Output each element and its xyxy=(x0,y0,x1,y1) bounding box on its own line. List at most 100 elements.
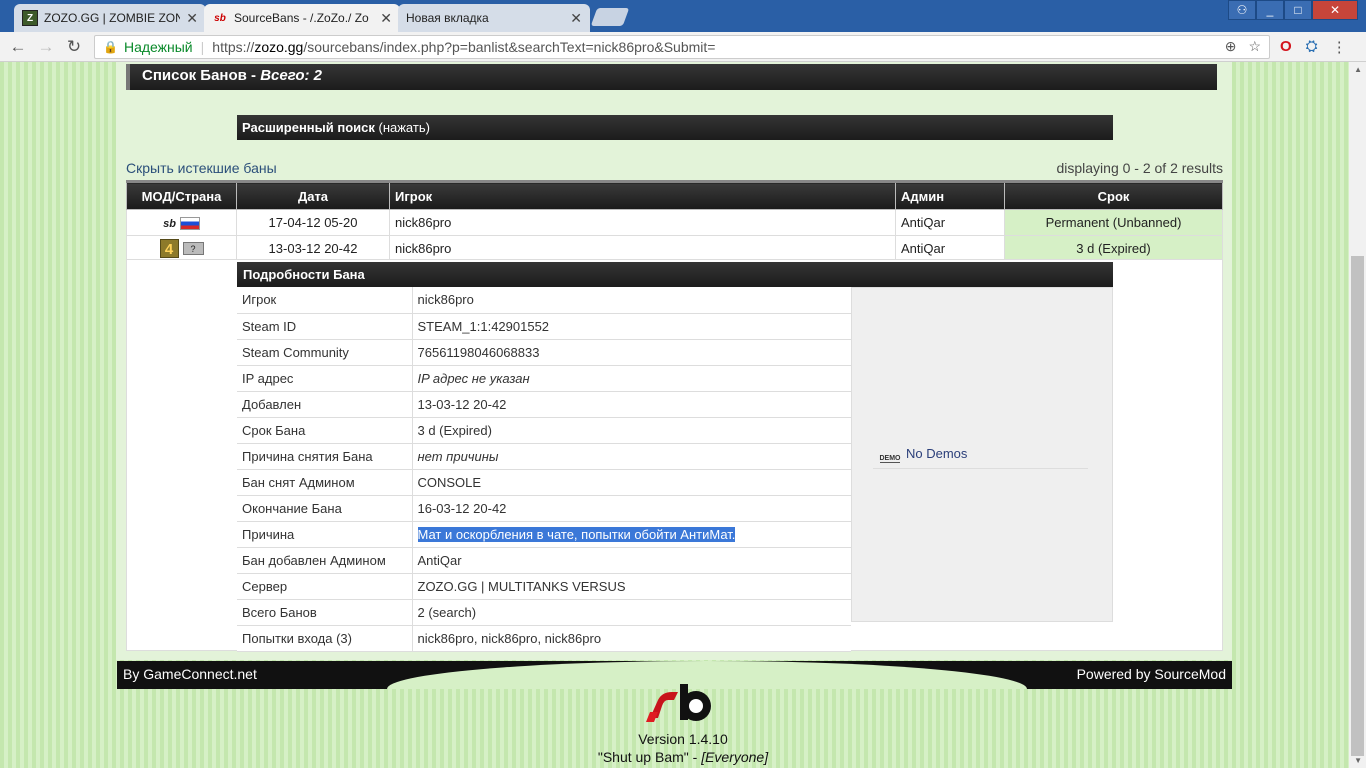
url-path: /sourcebans/index.php?p=banlist&searchTe… xyxy=(303,38,716,55)
back-arrow-icon[interactable]: ← xyxy=(4,37,32,57)
column-term: Срок xyxy=(1004,180,1223,210)
detail-value: ZOZO.GG | MULTITANKS VERSUS xyxy=(412,573,851,600)
secure-label: Надежный xyxy=(123,38,193,55)
column-date: Дата xyxy=(236,180,390,210)
hide-expired-bans-link[interactable]: Скрыть истекшие баны xyxy=(126,160,277,176)
tab-title: ZOZO.GG | ZOMBIE ZON xyxy=(44,11,180,25)
date-cell: 13-03-12 20-42 xyxy=(236,235,390,262)
zoom-icon[interactable]: ⊕ xyxy=(1225,38,1237,55)
mod-country-cell: 4 ? xyxy=(126,235,237,262)
detail-value: CONSOLE xyxy=(412,469,851,496)
steam-id-link[interactable]: STEAM_1:1:42901552 xyxy=(412,313,851,340)
table-row[interactable]: 4 ? 13-03-12 20-42 nick86pro AntiQar 3 d… xyxy=(126,235,1223,262)
tab-title: SourceBans - /.ZoZo./ Zo xyxy=(234,11,369,25)
minimize-button[interactable]: _ xyxy=(1256,0,1284,20)
quote-text: "Shut up Bam" - xyxy=(597,749,702,765)
detail-row-added: Добавлен 13-03-12 20-42 xyxy=(237,391,851,418)
gameconnect-credit-link[interactable]: By GameConnect.net xyxy=(123,666,257,682)
no-demos-link[interactable]: DEMO No Demos xyxy=(880,443,967,463)
detail-row-steam-id: Steam ID STEAM_1:1:42901552 xyxy=(237,313,851,340)
total-bans-search-link[interactable]: 2 (search) xyxy=(412,599,851,626)
sourcemod-credit-link[interactable]: Powered by SourceMod xyxy=(1077,666,1226,682)
detail-value: AntiQar xyxy=(412,547,851,574)
tab-close-icon[interactable]: ✕ xyxy=(186,10,198,27)
admin-cell: AntiQar xyxy=(895,209,1005,236)
player-cell: nick86pro xyxy=(389,235,896,262)
detail-label: Игрок xyxy=(237,287,413,314)
tab-close-icon[interactable]: ✕ xyxy=(380,10,392,27)
address-bar[interactable]: 🔒 Надежный | https://zozo.gg/sourcebans/… xyxy=(94,34,1270,59)
ban-list-header: Список Банов - Всего: 2 xyxy=(126,64,1217,90)
results-count: displaying 0 - 2 of 2 results xyxy=(1056,160,1223,176)
detail-label: Сервер xyxy=(237,573,413,600)
lock-icon: 🔒 xyxy=(103,39,118,54)
tab-zozo[interactable]: Z ZOZO.GG | ZOMBIE ZON ✕ xyxy=(14,4,206,32)
detail-row-player: Игрок nick86pro xyxy=(237,287,851,314)
tab-close-icon[interactable]: ✕ xyxy=(570,10,582,27)
player-cell: nick86pro xyxy=(389,209,896,236)
detail-row-total-bans: Всего Банов 2 (search) xyxy=(237,599,851,626)
detail-value: nick86pro, nick86pro, nick86pro xyxy=(412,625,851,652)
zozo-favicon-icon: Z xyxy=(22,10,38,26)
left4dead-mod-icon: 4 xyxy=(159,239,179,258)
steam-community-link[interactable]: 76561198046068833 xyxy=(412,339,851,366)
selected-reason-text[interactable]: Мат и оскорбления в чате, попытки обойти… xyxy=(417,526,736,542)
detail-label: Бан добавлен Админом xyxy=(237,547,413,574)
ban-list-total: Всего: 2 xyxy=(260,67,323,84)
detail-row-unban-reason: Причина снятия Бана нет причины xyxy=(237,443,851,470)
quote-author: [Everyone] xyxy=(701,749,769,765)
scroll-up-arrow-icon[interactable]: ▲ xyxy=(1354,65,1362,74)
ban-details-table: Игрок nick86pro Steam ID STEAM_1:1:4290155… xyxy=(237,287,851,652)
sourcebans-logo-icon xyxy=(646,684,711,722)
column-admin: Админ xyxy=(895,180,1005,210)
version-text: Version 1.4.10 xyxy=(638,731,728,747)
vpn-extension-icon[interactable]: ⛭ xyxy=(1306,38,1318,55)
vertical-scrollbar[interactable]: ▲ ▼ xyxy=(1349,62,1366,768)
bookmark-star-icon[interactable]: ☆ xyxy=(1248,38,1261,55)
detail-label: Steam ID xyxy=(237,313,413,340)
table-row[interactable]: sb 17-04-12 05-20 nick86pro AntiQar Perm… xyxy=(126,209,1223,236)
detail-label: Срок Бана xyxy=(237,417,413,444)
ban-list-title: Список Банов - xyxy=(142,67,261,84)
url-host: zozo.gg xyxy=(254,38,304,55)
detail-row-expires: Окончание Бана 16-03-12 20-42 xyxy=(237,495,851,522)
table-header-row: МОД/Страна Дата Игрок Админ Срок xyxy=(126,180,1223,210)
advanced-search-toggle[interactable]: Расширенный поиск (нажать) xyxy=(237,115,1113,140)
scrollbar-thumb[interactable] xyxy=(1351,256,1364,756)
opera-extension-icon[interactable]: O xyxy=(1280,38,1292,55)
forward-arrow-icon[interactable]: → xyxy=(32,37,60,57)
detail-row-login-attempts: Попытки входа (3) nick86pro, nick86pro, n… xyxy=(237,625,851,652)
tab-new[interactable]: Новая вкладка ✕ xyxy=(398,4,590,32)
quote-line: "Shut up Bam" - [Everyone] xyxy=(0,749,1366,765)
detail-value: нет причины xyxy=(412,443,851,470)
detail-label: Бан снят Админом xyxy=(237,469,413,496)
detail-value: IP адрес не указан xyxy=(412,365,851,392)
admin-cell: AntiQar xyxy=(895,235,1005,262)
user-profile-icon[interactable]: ⚇ xyxy=(1228,0,1256,20)
menu-icon[interactable]: ⋮ xyxy=(1332,38,1347,56)
new-tab-button[interactable] xyxy=(590,8,630,26)
scroll-down-arrow-icon[interactable]: ▼ xyxy=(1354,756,1362,765)
detail-label: Попытки входа (3) xyxy=(237,625,413,652)
date-cell: 17-04-12 05-20 xyxy=(236,209,390,236)
term-cell: 3 d (Expired) xyxy=(1004,235,1223,262)
window-controls: ⚇ _ □ ✕ xyxy=(1228,0,1358,20)
demo-divider xyxy=(873,468,1088,469)
advanced-search-label: Расширенный поиск xyxy=(242,120,375,135)
close-window-button[interactable]: ✕ xyxy=(1312,0,1358,20)
reload-icon[interactable]: ↻ xyxy=(60,37,88,57)
detail-label: Всего Банов xyxy=(237,599,413,626)
page-viewport: Список Банов - Всего: 2 Расширенный поис… xyxy=(0,62,1366,768)
no-demos-label: No Demos xyxy=(906,445,968,461)
russia-flag-icon xyxy=(179,217,200,231)
address-separator: | xyxy=(200,38,205,55)
detail-row-ip: IP адрес IP адрес не указан xyxy=(237,365,851,392)
detail-row-steam-community: Steam Community 76561198046068833 xyxy=(237,339,851,366)
maximize-button[interactable]: □ xyxy=(1284,0,1312,20)
demo-icon: DEMO xyxy=(880,443,901,463)
tab-sourcebans[interactable]: sb SourceBans - /.ZoZo./ Zo ✕ xyxy=(204,4,400,32)
detail-label: Steam Community xyxy=(237,339,413,366)
detail-row-reason: Причина Мат и оскорбления в чате, попытки… xyxy=(237,521,851,548)
detail-value: 3 d (Expired) xyxy=(412,417,851,444)
ban-list-table: МОД/Страна Дата Игрок Админ Срок sb 17-0… xyxy=(126,180,1223,262)
